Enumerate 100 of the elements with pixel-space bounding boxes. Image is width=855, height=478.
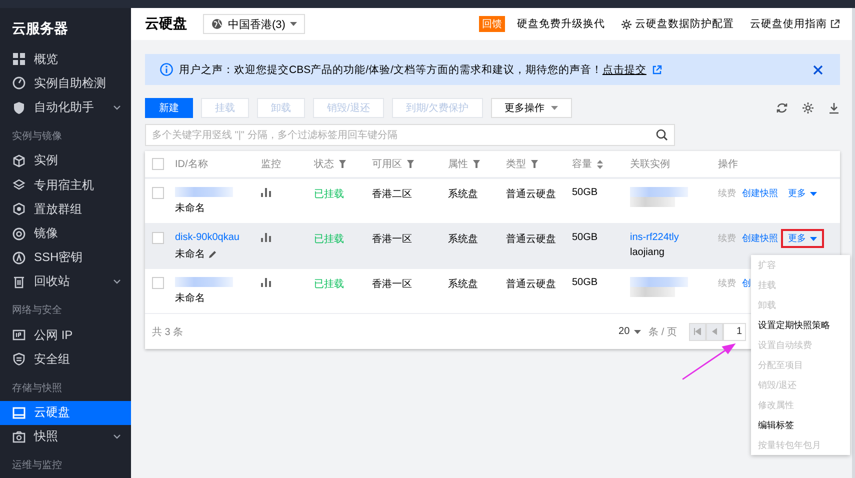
page-title: 云硬盘	[145, 15, 187, 33]
disk-name: 未命名	[175, 202, 205, 215]
filter-icon[interactable]	[531, 160, 538, 168]
disk-id-link[interactable]: disk-90k0qkau	[175, 232, 240, 243]
column-header[interactable]: 操作	[718, 157, 738, 171]
column-header[interactable]: 容量	[572, 157, 603, 171]
shield-icon	[12, 352, 26, 366]
column-header[interactable]: 可用区	[372, 157, 414, 171]
external-link-icon	[652, 64, 662, 74]
search-icon	[656, 129, 668, 141]
column-header[interactable]: 类型	[506, 157, 538, 171]
chevron-icon	[113, 434, 121, 440]
page-size-label: 条 / 页	[648, 326, 677, 338]
page-size-selector[interactable]: 20	[612, 325, 647, 338]
table-cell-text: 香港一区	[372, 278, 412, 291]
page-input[interactable]: 1	[723, 322, 746, 340]
sidebar-item[interactable]: 安全组	[0, 347, 131, 372]
checkbox[interactable]	[152, 187, 164, 199]
column-header[interactable]: ID/名称	[175, 157, 208, 171]
action-link[interactable]: 创建快照	[739, 229, 781, 248]
badge: 回馈	[479, 16, 505, 32]
sort-icon[interactable]	[597, 160, 603, 168]
table-cell-text: 系统盘	[448, 278, 478, 291]
header-link[interactable]: 硬盘免费升级换代	[517, 17, 605, 31]
previous-page-button[interactable]	[706, 322, 723, 340]
menu-item[interactable]: 编辑标签	[751, 415, 850, 435]
region-selector[interactable]: 中国香港(3)	[203, 14, 306, 34]
download-icon[interactable]	[828, 102, 840, 114]
filter-icon[interactable]	[407, 160, 414, 168]
table-cell-text: 香港一区	[372, 232, 412, 246]
table-cell-text: 香港二区	[372, 188, 412, 201]
section-heading: 网络与安全	[11, 304, 63, 318]
sidebar-item[interactable]: 自动化助手	[0, 95, 131, 120]
column-header[interactable]: 监控	[261, 157, 281, 171]
instance-name: laojiang	[630, 247, 664, 258]
section-heading: 运维与监控	[11, 458, 63, 474]
more-dropdown[interactable]: 更多	[781, 229, 824, 248]
blurred-text	[630, 187, 690, 207]
sidebar-item[interactable]: 公网 IP	[0, 323, 131, 348]
more-dropdown[interactable]: 更多	[781, 184, 824, 203]
table-cell: 50GB	[572, 232, 598, 243]
menu-item[interactable]: 设置定期快照策略	[751, 315, 850, 335]
sidebar-item[interactable]: 镜像	[0, 221, 131, 246]
table-cell-text: 普通云硬盘	[506, 232, 556, 246]
header-link[interactable]: 云硬盘使用指南	[750, 17, 840, 31]
sidebar-item[interactable]: 回收站	[0, 270, 131, 294]
camera-icon	[12, 430, 26, 444]
sidebar-item[interactable]: 专用宿主机	[0, 172, 131, 198]
close-icon[interactable]	[813, 64, 823, 74]
hexagon-icon	[12, 202, 26, 216]
table-cell-text: 系统盘	[448, 232, 478, 246]
column-header[interactable]: 属性	[448, 157, 480, 171]
search-field[interactable]: 多个关键字用竖线 "|" 分隔，多个过滤标签用回车键分隔	[145, 124, 675, 146]
info-icon	[160, 63, 173, 76]
filter-icon[interactable]	[473, 160, 480, 168]
table-cell-text: 系统盘	[448, 188, 478, 201]
sidebar-item[interactable]: 实例自助检测	[0, 71, 131, 96]
previous-page-icon	[712, 328, 717, 335]
status-text: 已挂载	[314, 232, 344, 246]
globe-icon	[211, 18, 223, 30]
checkbox[interactable]	[152, 158, 164, 170]
refresh-icon[interactable]	[776, 102, 788, 114]
bar-chart-icon[interactable]	[261, 232, 273, 242]
sidebar-title: 云服务器	[11, 19, 69, 38]
notice-text: 用户之声：欢迎您提交CBS产品的功能/体验/文档等方面的需求和建议，期待您的声音！	[179, 62, 602, 76]
settings-icon[interactable]	[802, 102, 814, 114]
toolbar-button[interactable]: 新建	[145, 98, 193, 118]
blurred-text	[175, 277, 235, 287]
sidebar-item[interactable]: 置放群组	[0, 197, 131, 222]
layers-icon	[12, 178, 26, 192]
feedback-link[interactable]: 点击提交	[602, 62, 646, 76]
disk-name: 未命名	[175, 248, 205, 261]
first-page-button[interactable]	[689, 322, 706, 340]
caret-icon	[810, 236, 817, 240]
sidebar-item[interactable]: 快照	[0, 424, 131, 450]
bar-chart-icon[interactable]	[261, 187, 273, 197]
table-cell-text: 普通云硬盘	[506, 278, 556, 291]
checkbox[interactable]	[152, 232, 164, 244]
column-header[interactable]: 状态	[314, 157, 346, 171]
dropdown-button[interactable]: 更多操作	[490, 98, 572, 118]
column-header[interactable]: 关联实例	[630, 157, 670, 171]
cube-icon	[12, 154, 26, 168]
action-link[interactable]: 创建快照	[739, 184, 781, 203]
checkbox[interactable]	[152, 277, 164, 289]
filter-icon[interactable]	[339, 160, 346, 168]
disc-icon	[12, 226, 26, 241]
sidebar-item[interactable]: 概览	[0, 47, 131, 72]
action-link[interactable]: 创	[739, 274, 754, 293]
chevron-icon	[113, 104, 121, 111]
pencil-icon[interactable]	[208, 250, 217, 258]
ip-icon	[12, 328, 26, 342]
external-link-icon	[830, 19, 840, 29]
sidebar-item[interactable]: SSH密钥	[0, 246, 131, 270]
table-cell-text: 普通云硬盘	[506, 188, 556, 201]
instance-link[interactable]: ins-rf224tly	[630, 232, 679, 243]
caret-icon	[290, 22, 298, 26]
header-link[interactable]: 云硬盘数据防护配置	[621, 17, 734, 31]
sidebar-item[interactable]: 实例	[0, 148, 131, 173]
sidebar-item[interactable]: 云硬盘	[0, 400, 131, 425]
bar-chart-icon[interactable]	[261, 277, 273, 287]
